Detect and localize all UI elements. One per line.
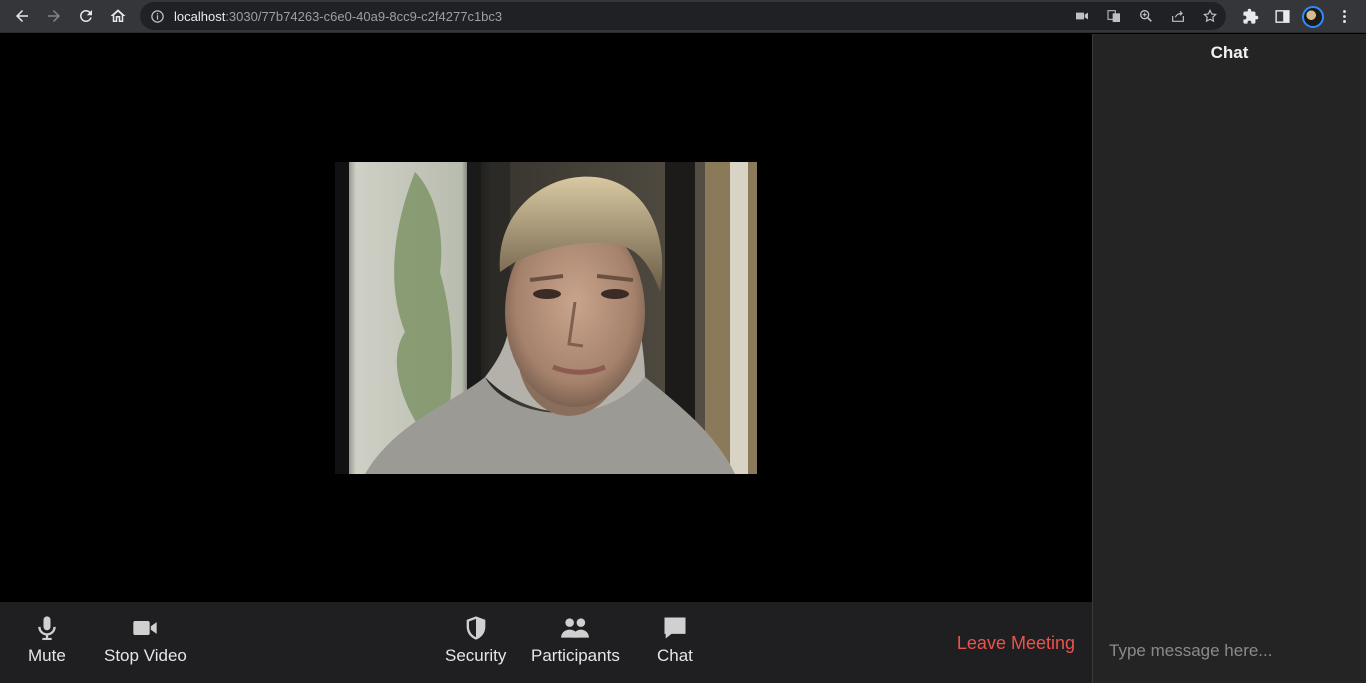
chat-bubble-icon (664, 617, 686, 639)
security-button[interactable]: Security (445, 614, 506, 666)
translate-icon[interactable] (1098, 2, 1130, 30)
zoom-icon[interactable] (1130, 2, 1162, 30)
security-label: Security (445, 646, 507, 665)
menu-icon[interactable] (1328, 2, 1360, 32)
chat-panel: Chat (1092, 34, 1366, 683)
home-button[interactable] (102, 1, 134, 31)
shield-icon (466, 616, 486, 640)
stop-video-label: Stop Video (104, 646, 187, 665)
leave-meeting-button[interactable]: Leave Meeting (957, 633, 1075, 654)
bookmark-star-icon[interactable] (1194, 2, 1226, 30)
url-path: :3030/77b74263-c6e0-40a9-8cc9-c2f4277c1b… (225, 8, 503, 24)
participants-label: Participants (531, 646, 620, 665)
chat-button[interactable]: Chat (657, 614, 693, 666)
mute-button[interactable]: Mute (28, 614, 66, 666)
url-host: localhost (174, 8, 226, 24)
arrow-left-icon (16, 10, 28, 22)
participant-video (335, 162, 757, 474)
browser-toolbar: localhost:3030/77b74263-c6e0-40a9-8cc9-c… (0, 0, 1366, 33)
profile-avatar[interactable] (1302, 5, 1324, 28)
mute-label: Mute (28, 646, 66, 665)
video-camera-icon (133, 621, 158, 635)
side-panel-icon[interactable] (1266, 2, 1298, 32)
video-frame (335, 162, 757, 474)
reload-icon (79, 9, 92, 22)
info-icon[interactable] (150, 9, 165, 24)
url-text: localhost:3030/77b74263-c6e0-40a9-8cc9-c… (174, 9, 502, 24)
chat-message-input[interactable] (1093, 619, 1366, 683)
arrow-right-icon (48, 10, 60, 22)
share-icon[interactable] (1162, 2, 1194, 30)
users-icon (561, 618, 590, 638)
back-button[interactable] (6, 1, 38, 31)
chat-title: Chat (1210, 43, 1249, 62)
camera-indicator-icon[interactable] (1066, 2, 1098, 30)
home-icon (110, 9, 126, 22)
extensions-icon[interactable] (1234, 2, 1266, 32)
microphone-icon (38, 616, 56, 641)
participants-button[interactable]: Participants (531, 614, 620, 666)
reload-button[interactable] (70, 1, 102, 31)
chat-label: Chat (657, 646, 693, 665)
video-grid (0, 34, 1092, 602)
meeting-controls-bar: Mute Stop Video Security Participants Ch… (0, 602, 1092, 683)
forward-button[interactable] (38, 1, 70, 31)
address-bar[interactable]: localhost:3030/77b74263-c6e0-40a9-8cc9-c… (140, 2, 1226, 30)
stop-video-button[interactable]: Stop Video (104, 614, 187, 666)
